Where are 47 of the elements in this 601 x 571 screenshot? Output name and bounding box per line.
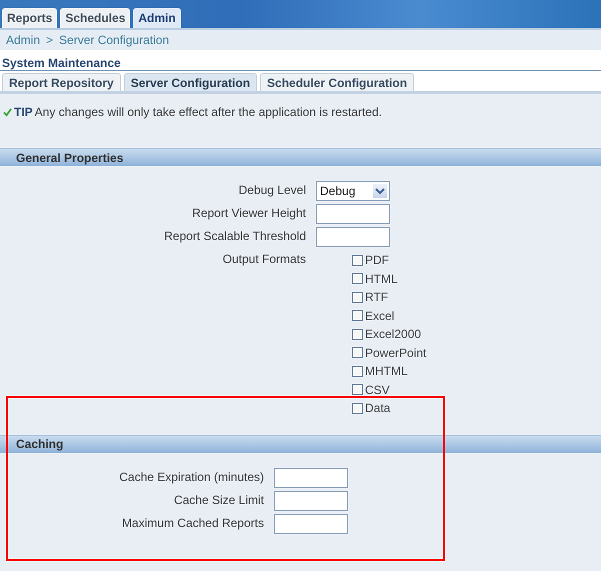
section-title: Caching — [16, 437, 64, 451]
input-field[interactable] — [274, 468, 348, 488]
checkbox[interactable] — [352, 328, 363, 340]
chevron-down-icon[interactable] — [373, 184, 387, 198]
checkbox-label: Data — [365, 401, 390, 416]
checkmark-icon — [3, 108, 12, 116]
sub-tab[interactable]: Server Configuration — [124, 73, 258, 91]
breadcrumb-current: Server Configuration — [59, 33, 170, 47]
sub-tab[interactable]: Scheduler Configuration — [260, 73, 414, 91]
breadcrumb-link[interactable]: Admin — [6, 33, 40, 47]
input-field[interactable] — [274, 514, 348, 534]
field-label: Output Formats — [222, 251, 306, 268]
input-field[interactable] — [274, 490, 348, 510]
input-field[interactable] — [316, 204, 390, 224]
field-label: Report Viewer Height — [191, 205, 306, 222]
section-title: General Properties — [16, 150, 124, 164]
checkbox[interactable] — [352, 402, 363, 414]
checkbox[interactable] — [352, 366, 363, 377]
nav-tab[interactable]: Reports — [2, 8, 58, 28]
checkbox-label: CSV — [365, 382, 390, 397]
checkbox-label: PDF — [365, 253, 389, 268]
checkbox-label: Excel — [365, 308, 394, 323]
checkbox[interactable] — [352, 384, 363, 396]
checkbox-label: RTF — [365, 290, 388, 304]
field-label: Cache Size Limit — [172, 492, 264, 508]
nav-tab[interactable]: Schedules — [60, 8, 130, 28]
field-label: Maximum Cached Reports — [120, 514, 264, 532]
breadcrumb-separator: > — [46, 33, 54, 47]
checkbox-label: MHTML — [365, 364, 408, 378]
checkbox[interactable] — [352, 292, 363, 303]
sub-tab[interactable]: Report Repository — [2, 73, 121, 91]
checkbox[interactable] — [352, 273, 363, 284]
checkbox[interactable] — [352, 254, 363, 266]
field-label: Debug Level — [238, 182, 306, 199]
checkbox-label: PowerPoint — [365, 346, 426, 360]
checkbox-label: Excel2000 — [365, 327, 422, 342]
checkbox[interactable] — [352, 347, 363, 358]
nav-tab[interactable]: Admin — [133, 8, 181, 28]
checkbox[interactable] — [352, 310, 363, 322]
tip-text: Any changes will only take effect after the application is restarted. — [34, 105, 382, 119]
input-field[interactable] — [316, 227, 390, 247]
checkbox-label: HTML — [365, 272, 398, 286]
dropdown[interactable]: Debug — [316, 181, 390, 201]
field-label: Report Scalable Threshold — [163, 228, 306, 245]
page-title: System Maintenance — [1, 56, 121, 70]
tip-label: TIP — [14, 105, 33, 119]
field-label: Cache Expiration (minutes) — [118, 468, 264, 486]
